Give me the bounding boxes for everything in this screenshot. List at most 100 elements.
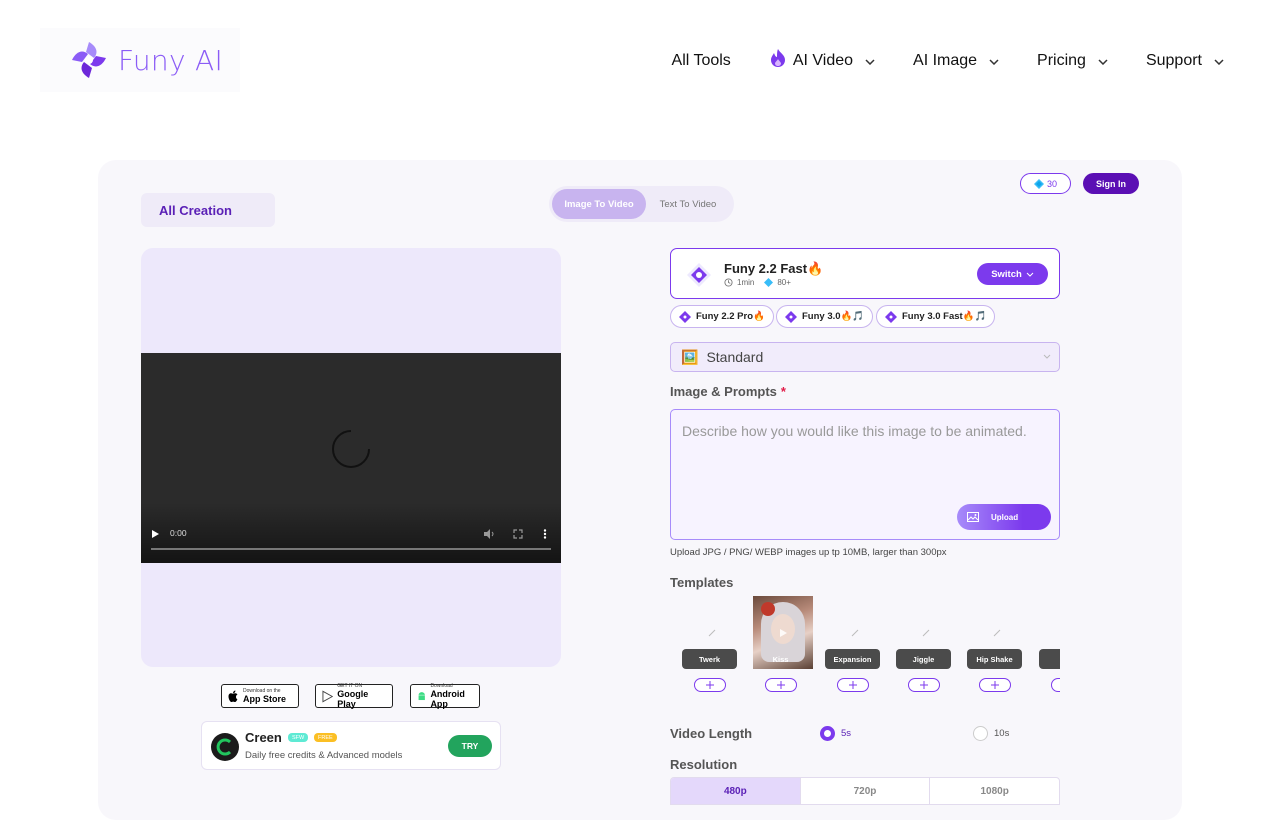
picture-icon: 🖼️: [681, 348, 699, 365]
prompt-box: Upload: [670, 409, 1060, 540]
length-value: 5s: [841, 728, 852, 739]
badge-big-text: Android App: [430, 689, 465, 709]
resolution-480p[interactable]: 480p: [671, 778, 800, 804]
add-template-button[interactable]: [765, 678, 797, 692]
model-meta: 1min 80+: [724, 278, 801, 287]
upload-button[interactable]: Upload: [957, 504, 1051, 530]
video-controls-shade: [141, 503, 561, 563]
video-player[interactable]: 0:00: [141, 353, 561, 563]
length-option-10s[interactable]: 10s: [973, 726, 1009, 741]
add-template-button[interactable]: [837, 678, 869, 692]
volume-icon[interactable]: [483, 529, 495, 539]
resolution-720p[interactable]: 720p: [799, 778, 930, 804]
length-value: 10s: [994, 728, 1010, 739]
nav-support[interactable]: Support: [1146, 52, 1224, 70]
add-template-button[interactable]: [908, 678, 940, 692]
template-thumbnail[interactable]: [1039, 596, 1060, 669]
credits-badge[interactable]: 30: [1020, 173, 1071, 194]
nav-pricing[interactable]: Pricing: [1037, 52, 1108, 70]
clock-icon: [724, 278, 733, 287]
android-app-badge[interactable]: Download Android App: [410, 683, 480, 709]
nav-ai-video[interactable]: AI Video: [769, 48, 875, 73]
template-thumbnail[interactable]: [967, 596, 1027, 669]
app-store-badge[interactable]: Download on the App Store: [221, 684, 299, 708]
add-template-button[interactable]: [979, 678, 1011, 692]
chevron-down-icon: [1098, 52, 1108, 70]
sfw-tag: SFW: [288, 733, 309, 742]
switch-model-button[interactable]: Switch: [977, 263, 1048, 285]
quality-select[interactable]: 🖼️ Standard: [670, 342, 1060, 372]
resolution-1080p[interactable]: 1080p: [929, 778, 1059, 804]
chip-label: Funy 2.2 Pro🔥: [696, 311, 765, 322]
model-chip[interactable]: Funy 3.0🔥🎵: [776, 305, 874, 328]
loading-spinner-icon: [332, 430, 370, 468]
template-item: Twerk: [682, 596, 742, 696]
google-play-icon: [322, 690, 334, 702]
broken-image-icon: [708, 629, 716, 636]
model-chip[interactable]: Funy 3.0 Fast🔥🎵: [876, 305, 996, 328]
all-creation-button[interactable]: All Creation: [141, 193, 275, 227]
play-icon[interactable]: [151, 529, 160, 539]
prompt-input[interactable]: [671, 410, 1059, 500]
chevron-down-icon: [1214, 52, 1224, 70]
sign-in-button[interactable]: Sign In: [1083, 173, 1139, 194]
broken-image-icon: [851, 629, 859, 636]
add-template-button[interactable]: [1051, 678, 1060, 692]
model-chip[interactable]: Funy 2.2 Pro🔥: [670, 305, 774, 328]
video-preview-panel: 0:00: [141, 248, 561, 667]
credits-count: 30: [1046, 178, 1057, 189]
image-upload-icon: [967, 512, 979, 522]
template-thumbnail[interactable]: [682, 596, 742, 669]
nav-label: AI Image: [913, 51, 978, 69]
google-play-badge[interactable]: GET IT ON Google Play: [315, 683, 393, 709]
promo-subtitle: Daily free credits & Advanced models: [245, 750, 403, 761]
template-thumbnail[interactable]: [825, 596, 885, 669]
plus-icon: [849, 681, 857, 689]
template-thumbnail[interactable]: [753, 596, 813, 669]
template-item: Kiss: [753, 596, 813, 696]
template-item: Hip Shake: [967, 596, 1027, 696]
logo-text: Funy AI: [118, 43, 224, 77]
creen-promo-card[interactable]: Creen SFW FREE Daily free credits & Adva…: [201, 721, 501, 770]
resolution-options: 480p 720p 1080p: [670, 777, 1060, 805]
nav-ai-image[interactable]: AI Image: [913, 52, 999, 70]
fullscreen-icon[interactable]: [513, 529, 523, 539]
quality-value: Standard: [706, 349, 764, 365]
plus-icon: [777, 681, 785, 689]
template-item: Re: [1039, 596, 1060, 696]
chevron-down-icon: [1043, 354, 1051, 359]
play-icon: [780, 628, 787, 637]
free-tag: FREE: [314, 733, 337, 742]
template-thumbnail[interactable]: [896, 596, 956, 669]
nav-all-tools[interactable]: All Tools: [672, 52, 731, 70]
chip-label: Funy 3.0🔥🎵: [802, 311, 865, 322]
diamond-icon: [1033, 178, 1044, 189]
length-option-5s[interactable]: 5s: [820, 726, 851, 741]
plus-icon: [991, 681, 999, 689]
broken-image-icon: [922, 629, 930, 636]
video-time: 0:00: [170, 528, 187, 538]
tab-image-to-video[interactable]: Image To Video: [552, 189, 646, 219]
try-button[interactable]: TRY: [448, 735, 492, 757]
prompt-section-label: Image & Prompts *: [670, 384, 786, 399]
add-template-button[interactable]: [694, 678, 726, 692]
creen-logo-icon: [211, 733, 239, 761]
upload-label: Upload: [991, 512, 1019, 522]
templates-label: Templates: [670, 575, 734, 590]
plus-icon: [920, 681, 928, 689]
required-asterisk: *: [780, 384, 786, 399]
radio-dot: [973, 726, 988, 741]
more-options-icon[interactable]: [543, 529, 547, 539]
video-progress-bar[interactable]: [151, 548, 551, 550]
video-length-label: Video Length: [670, 726, 753, 741]
nav-label: AI Video: [792, 51, 854, 69]
logo[interactable]: Funy AI: [40, 28, 240, 92]
funy-model-icon: [785, 310, 797, 323]
mode-tabs: Image To Video Text To Video: [549, 186, 734, 222]
switch-label: Switch: [991, 268, 1022, 280]
funy-model-icon: [679, 310, 691, 323]
tab-text-to-video[interactable]: Text To Video: [646, 189, 730, 219]
badge-big-text: App Store: [243, 694, 287, 704]
nav-label: All Tools: [671, 51, 731, 69]
badge-big-text: Google Play: [337, 689, 369, 709]
